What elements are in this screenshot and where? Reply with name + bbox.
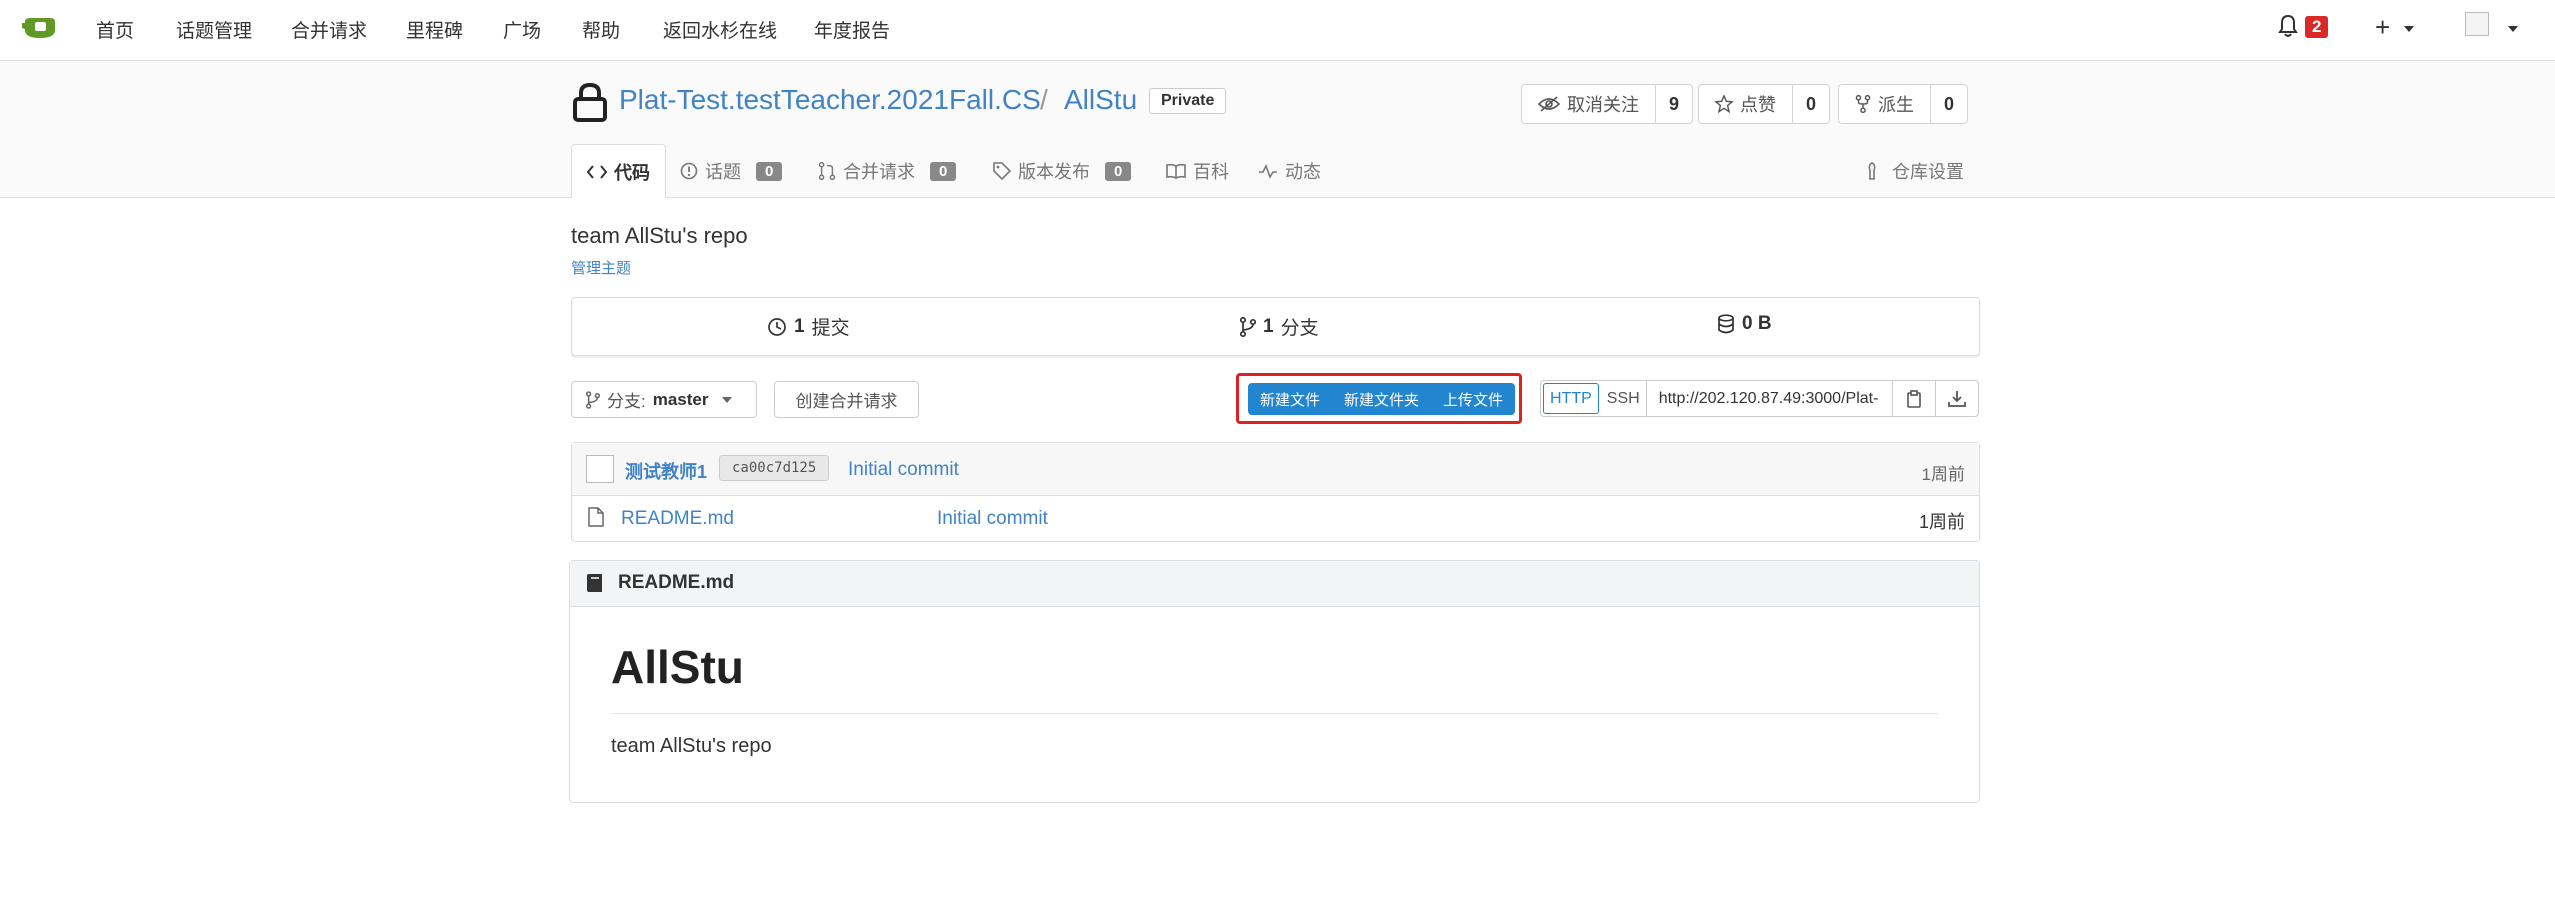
- http-toggle[interactable]: HTTP: [1543, 383, 1599, 414]
- logo-icon[interactable]: [22, 16, 58, 40]
- file-name-link[interactable]: README.md: [621, 508, 734, 530]
- nav-help[interactable]: 帮助: [582, 16, 620, 43]
- nav-milestones[interactable]: 里程碑: [406, 16, 463, 43]
- size-stat: 0 B: [1717, 313, 1772, 335]
- wrench-icon: [1868, 162, 1876, 180]
- readme-divider: [611, 713, 1939, 714]
- commits-stat[interactable]: 1 提交: [767, 313, 850, 340]
- fork-count[interactable]: 0: [1931, 85, 1967, 123]
- readme-heading: AllStu: [611, 641, 744, 693]
- chevron-down-icon: [2404, 26, 2414, 32]
- repo-path-separator: /: [1040, 84, 1048, 115]
- pulls-count: 0: [930, 161, 957, 181]
- star-button-group: 点赞 0: [1698, 84, 1830, 124]
- file-table: 测试教师1 ca00c7d125 Initial commit 1周前 READ…: [571, 442, 1980, 542]
- issue-icon: [680, 162, 698, 180]
- latest-commit-row: 测试教师1 ca00c7d125 Initial commit 1周前: [572, 443, 1979, 496]
- tag-icon: [993, 162, 1011, 180]
- nav-pulls[interactable]: 合并请求: [291, 16, 367, 43]
- table-row: README.md Initial commit 1周前: [572, 495, 1979, 541]
- repo-name-link[interactable]: AllStu: [1064, 84, 1137, 116]
- repo-description: team AllStu's repo: [571, 223, 748, 248]
- file-actions-group: 新建文件 新建文件夹 上传文件: [1248, 383, 1516, 415]
- file-icon: [588, 507, 604, 527]
- nav-back-online[interactable]: 返回水杉在线: [663, 16, 777, 43]
- fork-icon: [1855, 95, 1871, 113]
- create-pull-request-button[interactable]: 创建合并请求: [774, 381, 919, 418]
- tab-code[interactable]: 代码: [571, 144, 666, 198]
- nav-annual-report[interactable]: 年度报告: [814, 16, 890, 43]
- eye-slash-icon: [1538, 96, 1560, 112]
- star-count[interactable]: 0: [1793, 85, 1829, 123]
- watch-count[interactable]: 9: [1656, 85, 1692, 123]
- tab-wiki[interactable]: 百科: [1166, 145, 1229, 197]
- history-icon: [768, 317, 786, 336]
- code-icon: [587, 164, 607, 179]
- file-time: 1周前: [1918, 512, 1965, 532]
- tab-releases[interactable]: 版本发布 0: [993, 145, 1132, 197]
- chevron-down-icon: [721, 396, 732, 403]
- user-avatar[interactable]: [2465, 12, 2489, 36]
- readme-filename: README.md: [618, 572, 735, 593]
- notification-badge[interactable]: 2: [2305, 16, 2329, 38]
- tab-activity[interactable]: 动态: [1258, 145, 1321, 197]
- commit-sha-label[interactable]: ca00c7d125: [719, 455, 830, 481]
- pulse-icon: [1259, 163, 1277, 179]
- releases-count: 0: [1105, 161, 1132, 181]
- file-commit-link[interactable]: Initial commit: [937, 508, 1048, 530]
- top-navbar: 首页 话题管理 合并请求 里程碑 广场 帮助 返回水杉在线 年度报告 2 +: [0, 0, 2555, 61]
- book-icon: [587, 574, 602, 592]
- chevron-down-icon: [2508, 26, 2518, 32]
- pull-request-icon: [818, 162, 836, 180]
- watch-button-group: 取消关注 9: [1521, 84, 1693, 124]
- unwatch-button[interactable]: 取消关注: [1522, 85, 1656, 123]
- private-badge: Private: [1149, 88, 1227, 114]
- download-icon: [1947, 390, 1966, 407]
- branch-icon: [1240, 316, 1256, 337]
- create-plus-button[interactable]: +: [2375, 12, 2390, 43]
- star-icon: [1715, 95, 1733, 113]
- readme-body: team AllStu's repo: [611, 735, 772, 757]
- ssh-toggle[interactable]: SSH: [1601, 381, 1646, 416]
- tab-settings[interactable]: 仓库设置: [1867, 145, 1964, 197]
- tab-issues[interactable]: 话题 0: [680, 145, 783, 197]
- readme-header: README.md: [570, 561, 1979, 607]
- nav-home[interactable]: 首页: [96, 16, 134, 43]
- new-file-button[interactable]: 新建文件: [1248, 383, 1332, 415]
- commit-message-link[interactable]: Initial commit: [848, 459, 959, 481]
- branches-stat[interactable]: 1 分支: [1240, 313, 1319, 340]
- issues-count: 0: [756, 161, 783, 181]
- new-folder-button[interactable]: 新建文件夹: [1332, 383, 1431, 415]
- commit-author-link[interactable]: 测试教师1: [625, 458, 707, 484]
- manage-topics-link[interactable]: 管理主题: [571, 257, 631, 278]
- repo-owner-link[interactable]: Plat-Test.testTeacher.2021Fall.CS: [619, 84, 1041, 116]
- lock-icon: [573, 82, 607, 122]
- readme-panel: README.md AllStu team AllStu's repo: [569, 560, 1980, 803]
- bell-icon[interactable]: [2278, 14, 2298, 38]
- book-icon: [1166, 163, 1186, 179]
- repo-stats-bar: 1 提交 1 分支 0 B: [571, 297, 1980, 356]
- fork-button[interactable]: 派生: [1839, 85, 1931, 123]
- nav-explore[interactable]: 广场: [503, 16, 541, 43]
- clipboard-icon: [1906, 389, 1921, 408]
- commit-time: 1周前: [1921, 465, 1965, 484]
- upload-file-button[interactable]: 上传文件: [1431, 383, 1515, 415]
- branch-icon: [586, 390, 600, 409]
- fork-button-group: 派生 0: [1838, 84, 1968, 124]
- commit-author-avatar[interactable]: [586, 455, 614, 483]
- clone-url-input[interactable]: http://202.120.87.49:3000/Plat-: [1645, 381, 1893, 416]
- tab-pulls[interactable]: 合并请求 0: [818, 145, 957, 197]
- database-icon: [1718, 314, 1734, 334]
- download-button[interactable]: [1936, 381, 1978, 416]
- nav-issues[interactable]: 话题管理: [176, 16, 252, 43]
- branch-dropdown[interactable]: 分支: master: [571, 381, 757, 418]
- copy-url-button[interactable]: [1893, 381, 1936, 416]
- star-button[interactable]: 点赞: [1699, 85, 1793, 123]
- clone-url-group: HTTP SSH http://202.120.87.49:3000/Plat-: [1540, 380, 1979, 417]
